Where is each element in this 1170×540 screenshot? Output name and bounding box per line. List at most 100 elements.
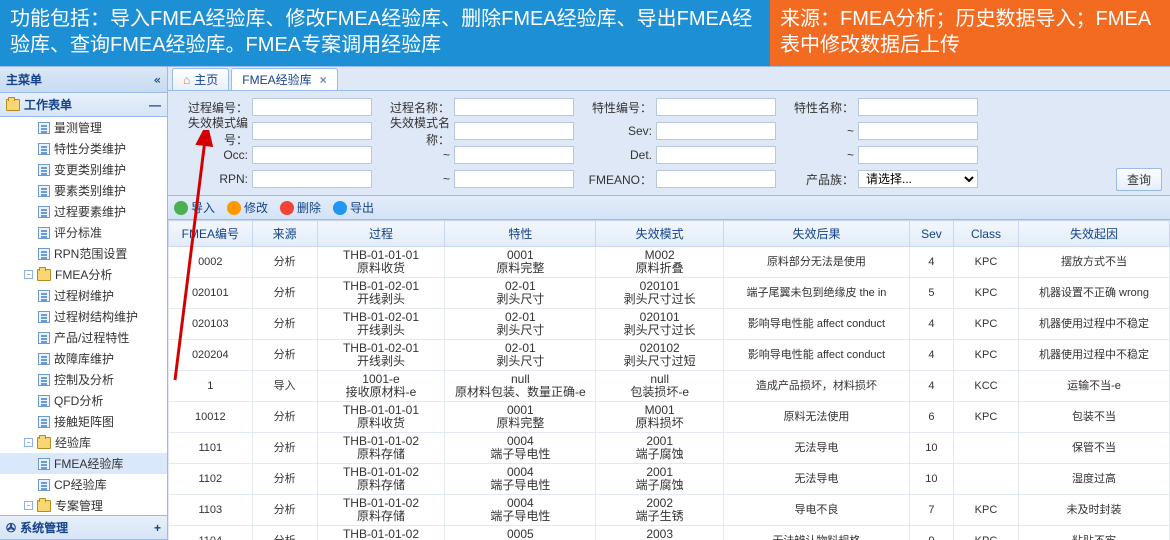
tree-folder[interactable]: -FMEA分析 [0, 264, 167, 285]
toggle-icon[interactable]: - [24, 270, 33, 279]
table-cell: 影响导电性能 affect conduct [724, 309, 910, 340]
tree-label: 过程要素维护 [54, 203, 126, 220]
table-cell: 020101 [169, 278, 253, 309]
tree-leaf[interactable]: 要素类别维护 [0, 180, 167, 201]
import-button[interactable]: 导入 [174, 199, 215, 216]
table-cell: 分析 [252, 309, 317, 340]
table-row[interactable]: 020101分析THB-01-02-01开线剥头02-01剥头尺寸020101剥… [169, 278, 1170, 309]
select-family[interactable]: 请选择... [858, 170, 978, 188]
table-row[interactable]: 1导入1001-e接收原材料-enull原材料包装、数量正确-enull包装损坏… [169, 371, 1170, 402]
tree-leaf[interactable]: 过程树结构维护 [0, 306, 167, 327]
input-char-name[interactable] [858, 98, 978, 116]
tree-leaf[interactable]: FMEA经验库 [0, 453, 167, 474]
table-cell: 分析 [252, 340, 317, 371]
delete-button[interactable]: 删除 [280, 199, 321, 216]
input-sev-to[interactable] [858, 122, 978, 140]
tree-folder[interactable]: -专案管理 [0, 495, 167, 516]
tab-home[interactable]: ⌂主页 [172, 68, 229, 90]
table-row[interactable]: 1102分析THB-01-01-02原料存储0004端子导电性2001端子腐蚀无… [169, 464, 1170, 495]
tree-leaf[interactable]: 特性分类维护 [0, 138, 167, 159]
table-row[interactable]: 1104分析THB-01-01-02原料存储0005标识清晰2003标识脱落无法… [169, 526, 1170, 540]
collapse-icon[interactable]: « [154, 73, 161, 87]
tree-leaf[interactable]: 过程树维护 [0, 285, 167, 306]
input-rpn-to[interactable] [454, 170, 574, 188]
export-button[interactable]: 导出 [333, 199, 374, 216]
table-row[interactable]: 1103分析THB-01-01-02原料存储0004端子导电性2002端子生锈导… [169, 495, 1170, 526]
minus-icon[interactable]: — [149, 98, 161, 112]
toggle-icon[interactable]: - [24, 501, 33, 510]
tree-leaf[interactable]: 故障库维护 [0, 348, 167, 369]
tree-leaf[interactable]: 量测管理 [0, 117, 167, 138]
table-row[interactable]: 0002分析THB-01-01-01原料收货0001原料完整M002原料折叠原料… [169, 247, 1170, 278]
column-header[interactable]: Sev [909, 221, 953, 247]
table-row[interactable]: 020204分析THB-01-02-01开线剥头02-01剥头尺寸020102剥… [169, 340, 1170, 371]
tree-label: FMEA经验库 [54, 455, 123, 472]
tree-label: 特性分类维护 [54, 140, 126, 157]
tree-leaf[interactable]: 控制及分析 [0, 369, 167, 390]
input-occ-to[interactable] [454, 146, 574, 164]
sidebar-section-worklist[interactable]: 工作表单 — [0, 93, 167, 117]
table-cell: 摆放方式不当 [1018, 247, 1169, 278]
table-row[interactable]: 1101分析THB-01-01-02原料存储0004端子导电性2001端子腐蚀无… [169, 433, 1170, 464]
tree-label: 量测管理 [54, 119, 102, 136]
input-fail-no[interactable] [252, 122, 372, 140]
label-fail-name: 失效模式名称： [378, 114, 450, 148]
table-cell: 020204 [169, 340, 253, 371]
input-fmeano[interactable] [656, 170, 776, 188]
table-cell: 运输不当-e [1018, 371, 1169, 402]
column-header[interactable]: 失效模式 [596, 221, 724, 247]
table-cell: 0004端子导电性 [445, 464, 596, 495]
filter-panel: 过程编号： 过程名称： 特性编号： 特性名称： 失效模式编号： 失效模式名称： … [168, 91, 1170, 196]
table-cell: 机器使用过程中不稳定 [1018, 309, 1169, 340]
input-sev-from[interactable] [656, 122, 776, 140]
input-fail-name[interactable] [454, 122, 574, 140]
page-icon [38, 227, 50, 239]
banner-functions: 功能包括：导入FMEA经验库、修改FMEA经验库、删除FMEA经验库、导出FME… [0, 0, 770, 66]
query-button[interactable]: 查询 [1116, 168, 1162, 191]
tree-leaf[interactable]: RPN范围设置 [0, 243, 167, 264]
toggle-icon[interactable]: - [24, 438, 33, 447]
page-icon [38, 479, 50, 491]
table-cell: 分析 [252, 526, 317, 540]
tree-label: 故障库维护 [54, 350, 114, 367]
delete-icon [280, 201, 294, 215]
tree-leaf[interactable]: CP经验库 [0, 474, 167, 495]
column-header[interactable]: 失效后果 [724, 221, 910, 247]
sidebar-section-sysmgmt[interactable]: ✇ 系统管理 + [0, 516, 167, 540]
table-cell: 分析 [252, 433, 317, 464]
page-icon [38, 164, 50, 176]
table-cell: 10012 [169, 402, 253, 433]
column-header[interactable]: 过程 [317, 221, 445, 247]
tab-fmea-lib[interactable]: FMEA经验库× [231, 68, 337, 90]
edit-button[interactable]: 修改 [227, 199, 268, 216]
table-cell: 分析 [252, 247, 317, 278]
tree-leaf[interactable]: 接触矩阵图 [0, 411, 167, 432]
column-header[interactable]: 来源 [252, 221, 317, 247]
tree-label: 过程树维护 [54, 287, 114, 304]
tree-leaf[interactable]: 变更类别维护 [0, 159, 167, 180]
label-proc-name: 过程名称： [378, 99, 450, 116]
page-icon [38, 185, 50, 197]
table-row[interactable]: 020103分析THB-01-02-01开线剥头02-01剥头尺寸020101剥… [169, 309, 1170, 340]
table-row[interactable]: 10012分析THB-01-01-01原料收货0001原料完整M001原料损坏原… [169, 402, 1170, 433]
input-char-no[interactable] [656, 98, 776, 116]
tree-folder[interactable]: -经验库 [0, 432, 167, 453]
column-header[interactable]: Class [953, 221, 1018, 247]
column-header[interactable]: 失效起因 [1018, 221, 1169, 247]
input-occ-from[interactable] [252, 146, 372, 164]
data-grid[interactable]: FMEA编号来源过程特性失效模式失效后果SevClass失效起因0002分析TH… [168, 220, 1170, 540]
close-icon[interactable]: × [320, 73, 327, 87]
input-rpn-from[interactable] [252, 170, 372, 188]
column-header[interactable]: 特性 [445, 221, 596, 247]
tree-leaf[interactable]: 评分标准 [0, 222, 167, 243]
input-det-to[interactable] [858, 146, 978, 164]
tree-leaf[interactable]: QFD分析 [0, 390, 167, 411]
tree-leaf[interactable]: 过程要素维护 [0, 201, 167, 222]
plus-icon[interactable]: + [154, 521, 161, 535]
tree-leaf[interactable]: 产品/过程特性 [0, 327, 167, 348]
table-cell: 1102 [169, 464, 253, 495]
column-header[interactable]: FMEA编号 [169, 221, 253, 247]
input-det-from[interactable] [656, 146, 776, 164]
folder-icon [37, 269, 51, 281]
tree-label: RPN范围设置 [54, 245, 127, 262]
